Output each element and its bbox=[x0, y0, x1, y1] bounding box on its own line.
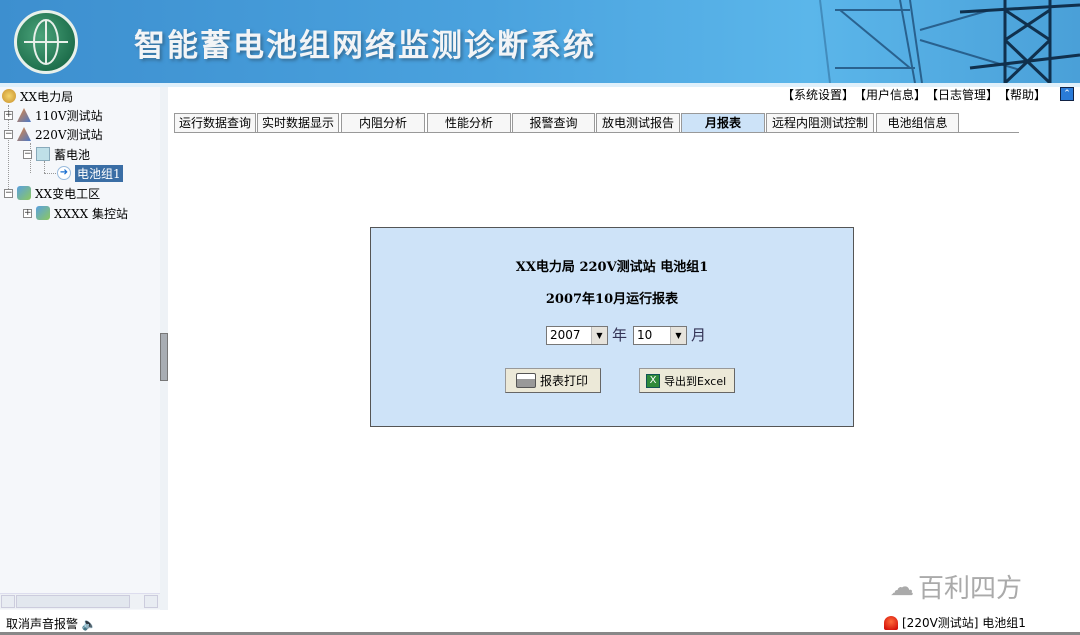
tab-resistance-analysis[interactable]: 内阻分析 bbox=[341, 113, 425, 132]
report-subheading: 2007年10月运行报表 bbox=[545, 292, 679, 307]
station-icon bbox=[17, 127, 31, 141]
chevron-down-icon[interactable]: ▼ bbox=[591, 327, 607, 344]
tree-node-control-station[interactable]: + XXXX 集控站 bbox=[23, 204, 128, 222]
printer-icon bbox=[516, 373, 536, 388]
header-banner: 智能蓄电池组网络监测诊断系统 bbox=[0, 0, 1080, 83]
area-icon bbox=[17, 186, 31, 200]
tree-node-battery-group-1[interactable]: ➜ 电池组1 bbox=[57, 164, 123, 182]
expand-icon[interactable]: + bbox=[4, 110, 13, 120]
print-report-button[interactable]: 报表打印 bbox=[505, 368, 601, 393]
mute-alarm-button[interactable]: 取消声音报警 🔈 bbox=[6, 615, 97, 632]
double-chevron-up-icon: ⌃ bbox=[1063, 89, 1071, 99]
tab-alarm-query[interactable]: 报警查询 bbox=[512, 113, 595, 132]
status-bar: 取消声音报警 🔈 [220V测试站] 电池组1 bbox=[0, 610, 1080, 635]
station-icon bbox=[17, 108, 31, 122]
watermark: ☁ 百利四方 bbox=[890, 572, 1023, 605]
year-unit: 年 bbox=[612, 326, 628, 344]
tab-performance-analysis[interactable]: 性能分析 bbox=[427, 113, 511, 132]
link-system-settings[interactable]: 【系统设置】 bbox=[782, 86, 854, 103]
sidebar-horizontal-scrollbar[interactable] bbox=[0, 593, 160, 609]
year-select[interactable]: 2007 ▼ bbox=[546, 326, 608, 345]
arrow-right-icon: ➜ bbox=[57, 166, 71, 180]
state-grid-logo bbox=[14, 10, 78, 74]
tree-node-root[interactable]: XX电力局 bbox=[2, 87, 73, 105]
wechat-icon: ☁ bbox=[890, 572, 914, 601]
scroll-left-button[interactable] bbox=[1, 595, 15, 608]
app-title: 智能蓄电池组网络监测诊断系统 bbox=[134, 28, 596, 64]
battery-icon bbox=[36, 147, 50, 161]
link-log-management[interactable]: 【日志管理】 bbox=[926, 86, 998, 103]
expand-icon[interactable]: + bbox=[23, 208, 32, 218]
alarm-status: [220V测试站] 电池组1 bbox=[884, 614, 1026, 631]
tab-realtime-display[interactable]: 实时数据显示 bbox=[257, 113, 339, 132]
power-tower-graphic bbox=[819, 0, 1080, 83]
speaker-icon: 🔈 bbox=[81, 617, 97, 631]
bureau-icon bbox=[2, 89, 16, 103]
tab-remote-resistance-control[interactable]: 远程内阻测试控制 bbox=[766, 113, 874, 132]
link-user-info[interactable]: 【用户信息】 bbox=[854, 86, 926, 103]
month-unit: 月 bbox=[691, 326, 707, 344]
tab-battery-group-info[interactable]: 电池组信息 bbox=[876, 113, 959, 132]
scroll-thumb[interactable] bbox=[16, 595, 130, 608]
tree-node-substation-area[interactable]: − XX变电工区 bbox=[4, 184, 100, 202]
tab-bar: 运行数据查询 实时数据显示 内阻分析 性能分析 报警查询 放电测试报告 月报表 … bbox=[174, 113, 1019, 133]
tab-runtime-query[interactable]: 运行数据查询 bbox=[174, 113, 256, 132]
monthly-report-panel: XX电力局 220V测试站 电池组1 2007年10月运行报表 2007 ▼ 年… bbox=[370, 227, 854, 427]
collapse-icon[interactable]: − bbox=[23, 149, 32, 159]
site-tree: XX电力局 + 110V测试站 − 220V测试站 − 蓄电池 ➜ 电池组1 −… bbox=[0, 87, 160, 610]
month-select[interactable]: 10 ▼ bbox=[633, 326, 687, 345]
tab-monthly-report[interactable]: 月报表 bbox=[681, 113, 765, 132]
tab-discharge-report[interactable]: 放电测试报告 bbox=[596, 113, 680, 132]
tree-node-220v[interactable]: − 220V测试站 bbox=[4, 125, 103, 143]
collapse-sidebar-handle[interactable] bbox=[160, 333, 168, 381]
collapse-icon[interactable]: − bbox=[4, 188, 13, 198]
export-excel-button[interactable]: X 导出到Excel bbox=[639, 368, 735, 393]
tree-node-battery[interactable]: − 蓄电池 bbox=[23, 145, 90, 163]
area-icon bbox=[36, 206, 50, 220]
chevron-down-icon[interactable]: ▼ bbox=[670, 327, 686, 344]
collapse-icon[interactable]: − bbox=[4, 129, 13, 139]
alarm-light-icon bbox=[884, 615, 898, 630]
link-help[interactable]: 【帮助】 bbox=[998, 86, 1046, 103]
excel-icon: X bbox=[646, 373, 660, 388]
collapse-header-button[interactable]: ⌃ bbox=[1060, 87, 1074, 101]
scroll-right-button[interactable] bbox=[144, 595, 158, 608]
report-heading: XX电力局 220V测试站 电池组1 bbox=[515, 260, 709, 275]
tree-node-110v[interactable]: + 110V测试站 bbox=[4, 106, 103, 124]
top-links: 【系统设置】 【用户信息】 【日志管理】 【帮助】 bbox=[782, 86, 1046, 103]
